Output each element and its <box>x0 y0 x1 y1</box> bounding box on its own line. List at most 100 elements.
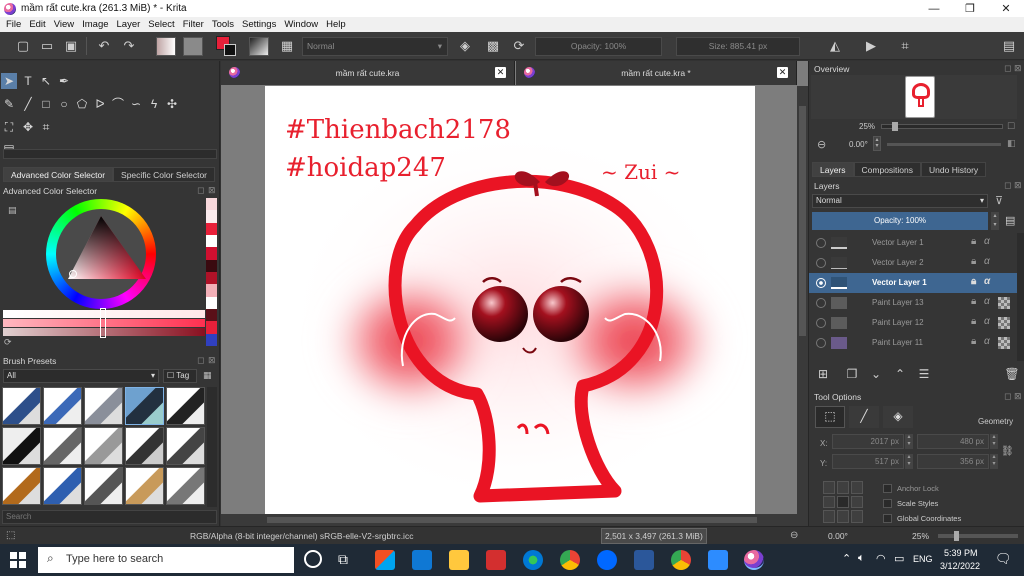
slider-handle[interactable] <box>100 308 106 338</box>
visibility-eye-icon[interactable] <box>816 338 826 348</box>
opacity-slider[interactable]: Opacity: 100% <box>535 37 662 56</box>
alpha-lock-icon[interactable]: α <box>984 276 990 287</box>
maximize-button[interactable]: ❐ <box>952 2 988 15</box>
duplicate-layer-icon[interactable]: ❐ <box>843 365 861 383</box>
refresh-icon[interactable]: ⟳ <box>4 337 12 348</box>
brush-grid-icon[interactable]: ▦ <box>278 37 296 55</box>
cortana-icon[interactable] <box>304 550 322 568</box>
anchor-point-grid[interactable] <box>823 481 865 523</box>
close-brush-docker-icon[interactable]: ⊠ <box>208 355 216 366</box>
microsoft-store-icon[interactable] <box>375 550 395 570</box>
width-spinner[interactable]: ▴ ▾ <box>990 434 998 449</box>
layer-row-active[interactable]: Vector Layer 1 🔒︎ α <box>809 273 1017 293</box>
hue-ring[interactable] <box>46 199 156 309</box>
overview-preview[interactable] <box>811 75 1017 119</box>
vertical-scroll-thumb[interactable] <box>799 106 806 336</box>
redo-icon[interactable]: ↷ <box>120 37 138 55</box>
alpha-lock-icon[interactable]: α <box>984 256 990 267</box>
menu-view[interactable]: View <box>50 19 78 30</box>
layer-list-scrollbar[interactable] <box>1017 233 1024 361</box>
width-input[interactable]: 480 px <box>917 434 989 449</box>
undo-icon[interactable]: ↶ <box>95 37 113 55</box>
image-size-info[interactable]: 2,501 x 3,497 (261.3 MiB) <box>601 528 707 544</box>
brush-search-input[interactable]: Search <box>2 510 217 524</box>
brush-preset-thumbnail[interactable] <box>125 467 164 505</box>
powerpoint-icon[interactable] <box>486 550 506 570</box>
edge-browser-icon[interactable] <box>523 550 543 570</box>
minimize-button[interactable]: — <box>916 3 952 15</box>
menu-select[interactable]: Select <box>144 19 178 30</box>
brush-preset-thumbnail[interactable] <box>125 387 164 425</box>
layer-row[interactable]: Paint Layer 11 🔒︎ α <box>809 333 1017 353</box>
drawing-canvas[interactable]: #Thienbach2178 #hoidap247 ~ Zui ~ <box>265 86 755 514</box>
menu-filter[interactable]: Filter <box>179 19 208 30</box>
brush-filter-select[interactable]: All ▾ <box>3 369 159 383</box>
brush-preset-thumbnail[interactable] <box>2 427 41 465</box>
link-aspect-icon[interactable]: ⛓︎ <box>1001 446 1014 457</box>
layer-settings-icon[interactable]: ☰ <box>915 365 933 383</box>
brush-size-slider[interactable]: Size: 885.41 px <box>676 37 800 56</box>
move-layer-up-icon[interactable]: ⌃ <box>891 365 909 383</box>
close-tab-icon[interactable]: ✕ <box>495 67 506 78</box>
visibility-eye-icon[interactable] <box>816 278 826 288</box>
layer-row[interactable]: Vector Layer 2 🔒︎ α <box>809 253 1017 273</box>
word-icon[interactable] <box>634 550 654 570</box>
height-input[interactable]: 356 px <box>917 454 989 469</box>
system-tray-chevron-icon[interactable]: ⌃ <box>842 552 851 565</box>
tab-undo-history[interactable]: Undo History <box>921 162 987 177</box>
stroke-mode-icon[interactable]: ╱ <box>849 406 879 428</box>
krita-taskbar-icon[interactable] <box>744 550 764 570</box>
multibrush-tool-icon[interactable]: ✣ <box>164 96 180 112</box>
crop-icon[interactable]: ⌗ <box>896 37 914 55</box>
workspace-icon[interactable]: ▤ <box>1000 37 1018 55</box>
fill-mode-icon[interactable]: ◈ <box>883 406 913 428</box>
document-tab-2[interactable]: mầm rất cute.kra * ✕ <box>516 61 797 85</box>
brush-preset-thumbnail[interactable] <box>43 467 82 505</box>
brush-preset-thumbnail[interactable] <box>166 467 205 505</box>
chrome-icon[interactable] <box>560 550 580 570</box>
eraser-mode-icon[interactable]: ◈ <box>456 37 474 55</box>
brush-preset-thumbnail[interactable] <box>166 387 205 425</box>
mail-icon[interactable] <box>412 550 432 570</box>
document-tab-1[interactable]: mầm rất cute.kra ✕ <box>221 61 515 85</box>
saturation-value-triangle[interactable] <box>46 199 156 309</box>
float-brush-docker-icon[interactable]: ◻ <box>197 355 204 366</box>
anchor-lock-checkbox[interactable] <box>883 484 892 493</box>
rotation-slider[interactable] <box>887 143 1001 146</box>
brush-preset-thumbnail[interactable] <box>2 467 41 505</box>
height-spinner[interactable]: ▴ ▾ <box>990 454 998 469</box>
color-settings-icon[interactable]: ▤ <box>8 205 17 216</box>
rectangle-tool-icon[interactable]: □ <box>38 96 54 112</box>
menu-help[interactable]: Help <box>322 19 350 30</box>
freehand-path-tool-icon[interactable]: ∽ <box>128 96 144 112</box>
calligraphy-tool-icon[interactable]: ✒ <box>56 73 72 89</box>
alpha-lock-icon[interactable]: α <box>984 316 990 327</box>
dynamic-brush-tool-icon[interactable]: ϟ <box>146 96 162 112</box>
menu-window[interactable]: Window <box>280 19 322 30</box>
mirror-view-icon[interactable]: ◧ <box>1007 138 1016 149</box>
background-color-swatch[interactable] <box>224 44 236 56</box>
brush-preset-thumbnail[interactable] <box>2 387 41 425</box>
alpha-lock-icon[interactable]: α <box>984 236 990 247</box>
vertical-scrollbar[interactable] <box>797 86 808 526</box>
scale-styles-checkbox[interactable] <box>883 499 892 508</box>
close-tool-options-icon[interactable]: ⊠ <box>1014 391 1022 402</box>
lock-icon[interactable]: 🔒︎ <box>971 276 976 287</box>
menu-tools[interactable]: Tools <box>208 19 238 30</box>
tab-specific-color-selector[interactable]: Specific Color Selector <box>113 167 216 182</box>
brush-preset-thumbnail[interactable] <box>166 427 205 465</box>
rotate-canvas-icon[interactable]: ⊖ <box>790 530 798 541</box>
horizontal-scrollbar[interactable] <box>221 514 797 526</box>
visibility-eye-icon[interactable] <box>816 318 826 328</box>
y-spinner[interactable]: ▴ ▾ <box>905 454 913 469</box>
bezier-tool-icon[interactable]: ⌒ <box>110 96 126 112</box>
language-indicator[interactable]: ENG <box>913 554 933 564</box>
polygon-tool-icon[interactable]: ⬠ <box>74 96 90 112</box>
float-docker-icon[interactable]: ◻ <box>197 185 204 196</box>
zoom-slider-handle[interactable] <box>892 122 898 131</box>
line-tool-icon[interactable]: ╱ <box>20 96 36 112</box>
menu-image[interactable]: Image <box>78 19 112 30</box>
menu-settings[interactable]: Settings <box>238 19 280 30</box>
inherit-alpha-icon[interactable] <box>998 337 1010 349</box>
brush-preset-thumbnail[interactable] <box>84 467 123 505</box>
